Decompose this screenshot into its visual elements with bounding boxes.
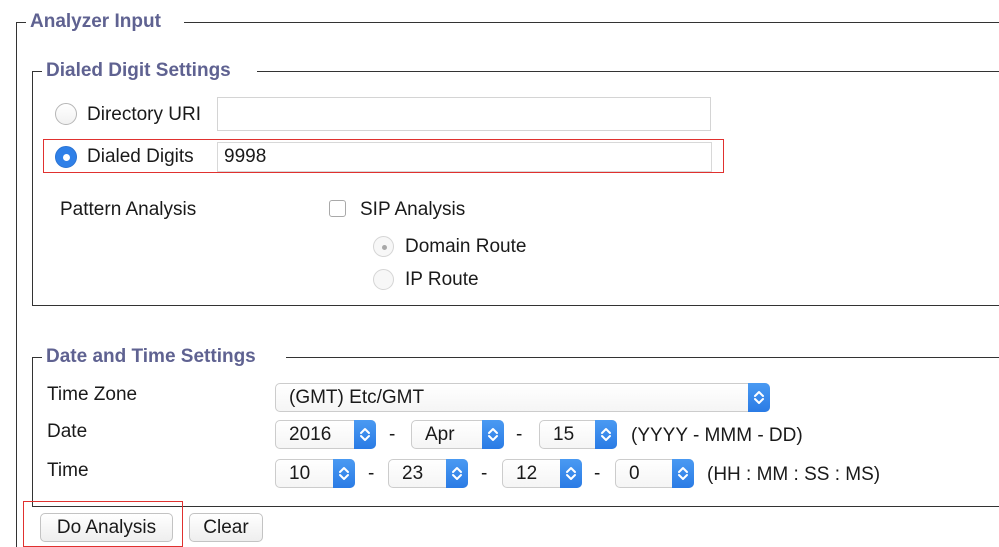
ip-route-label: IP Route xyxy=(405,269,479,290)
time-minute-value: 23 xyxy=(402,463,424,484)
time-hour-value: 10 xyxy=(289,463,311,484)
time-format-hint: (HH : MM : SS : MS) xyxy=(707,464,881,485)
fieldset-border xyxy=(286,357,999,358)
chevron-up-down-icon xyxy=(446,459,468,488)
fieldset-border xyxy=(16,22,17,547)
date-time-settings-legend: Date and Time Settings xyxy=(44,346,258,368)
time-zone-select[interactable]: (GMT) Etc/GMT xyxy=(275,383,770,412)
date-year-value: 2016 xyxy=(289,424,332,445)
clear-button[interactable]: Clear xyxy=(189,513,263,542)
chevron-up-down-icon xyxy=(482,420,504,449)
date-label: Date xyxy=(47,421,88,442)
time-zone-label: Time Zone xyxy=(47,384,138,405)
domain-route-label: Domain Route xyxy=(405,236,527,257)
ip-route-radio[interactable] xyxy=(373,269,394,290)
chevron-up-down-icon xyxy=(333,459,355,488)
do-analysis-button[interactable]: Do Analysis xyxy=(40,513,173,542)
date-day-select[interactable]: 15 xyxy=(539,420,617,449)
time-label: Time xyxy=(47,460,89,481)
fieldset-border xyxy=(32,357,42,358)
fieldset-border xyxy=(184,22,999,23)
pattern-analysis-label: Pattern Analysis xyxy=(60,199,197,220)
fieldset-border xyxy=(32,71,33,306)
chevron-up-down-icon xyxy=(560,459,582,488)
sip-analysis-label: SIP Analysis xyxy=(360,199,466,220)
time-zone-value: (GMT) Etc/GMT xyxy=(289,387,425,408)
chevron-up-down-icon xyxy=(595,420,617,449)
fieldset-border xyxy=(32,305,999,306)
chevron-up-down-icon xyxy=(748,383,770,412)
time-separator: - xyxy=(481,463,488,484)
dialed-digits-label: Dialed Digits xyxy=(87,146,194,167)
dialed-digits-input[interactable]: 9998 xyxy=(217,142,712,172)
time-millisecond-value: 0 xyxy=(629,463,640,484)
date-separator: - xyxy=(516,424,523,445)
time-minute-select[interactable]: 23 xyxy=(388,459,468,488)
domain-route-radio[interactable] xyxy=(373,236,394,257)
time-second-value: 12 xyxy=(516,463,538,484)
time-hour-select[interactable]: 10 xyxy=(275,459,355,488)
directory-uri-input[interactable] xyxy=(217,97,711,131)
date-year-select[interactable]: 2016 xyxy=(275,420,376,449)
chevron-up-down-icon xyxy=(354,420,376,449)
sip-analysis-checkbox[interactable] xyxy=(329,200,346,217)
dialed-digit-settings-legend: Dialed Digit Settings xyxy=(44,60,233,82)
directory-uri-radio[interactable] xyxy=(55,103,77,125)
fieldset-border xyxy=(16,22,26,23)
date-month-value: Apr xyxy=(425,424,455,445)
time-separator: - xyxy=(594,463,601,484)
time-second-select[interactable]: 12 xyxy=(502,459,582,488)
analyzer-input-legend: Analyzer Input xyxy=(28,11,163,33)
directory-uri-label: Directory URI xyxy=(87,104,202,125)
date-separator: - xyxy=(389,424,396,445)
time-separator: - xyxy=(368,463,375,484)
fieldset-border xyxy=(257,71,999,72)
fieldset-border xyxy=(32,357,33,507)
time-millisecond-select[interactable]: 0 xyxy=(615,459,694,488)
date-format-hint: (YYYY - MMM - DD) xyxy=(631,425,803,446)
date-day-value: 15 xyxy=(553,424,575,445)
date-month-select[interactable]: Apr xyxy=(411,420,504,449)
chevron-up-down-icon xyxy=(672,459,694,488)
dialed-digits-radio[interactable] xyxy=(55,146,77,168)
fieldset-border xyxy=(32,71,42,72)
